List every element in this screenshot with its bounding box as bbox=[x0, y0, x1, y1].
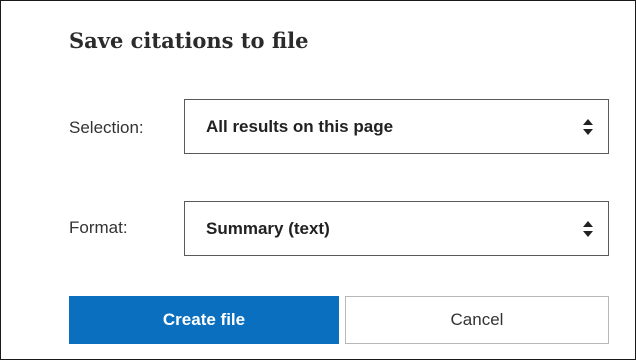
dialog-title: Save citations to file bbox=[69, 28, 309, 53]
format-label: Format: bbox=[69, 218, 128, 237]
selection-select[interactable]: All results on this page bbox=[184, 99, 609, 154]
save-citations-dialog: Save citations to file Selection: All re… bbox=[0, 0, 636, 360]
selection-value: All results on this page bbox=[206, 117, 394, 136]
sort-updown-icon bbox=[583, 221, 593, 237]
create-file-button[interactable]: Create file bbox=[69, 296, 339, 344]
format-value: Summary (text) bbox=[206, 219, 330, 238]
selection-label: Selection: bbox=[69, 118, 144, 137]
cancel-button[interactable]: Cancel bbox=[345, 296, 609, 344]
sort-updown-icon bbox=[583, 119, 593, 135]
format-select[interactable]: Summary (text) bbox=[184, 201, 609, 256]
